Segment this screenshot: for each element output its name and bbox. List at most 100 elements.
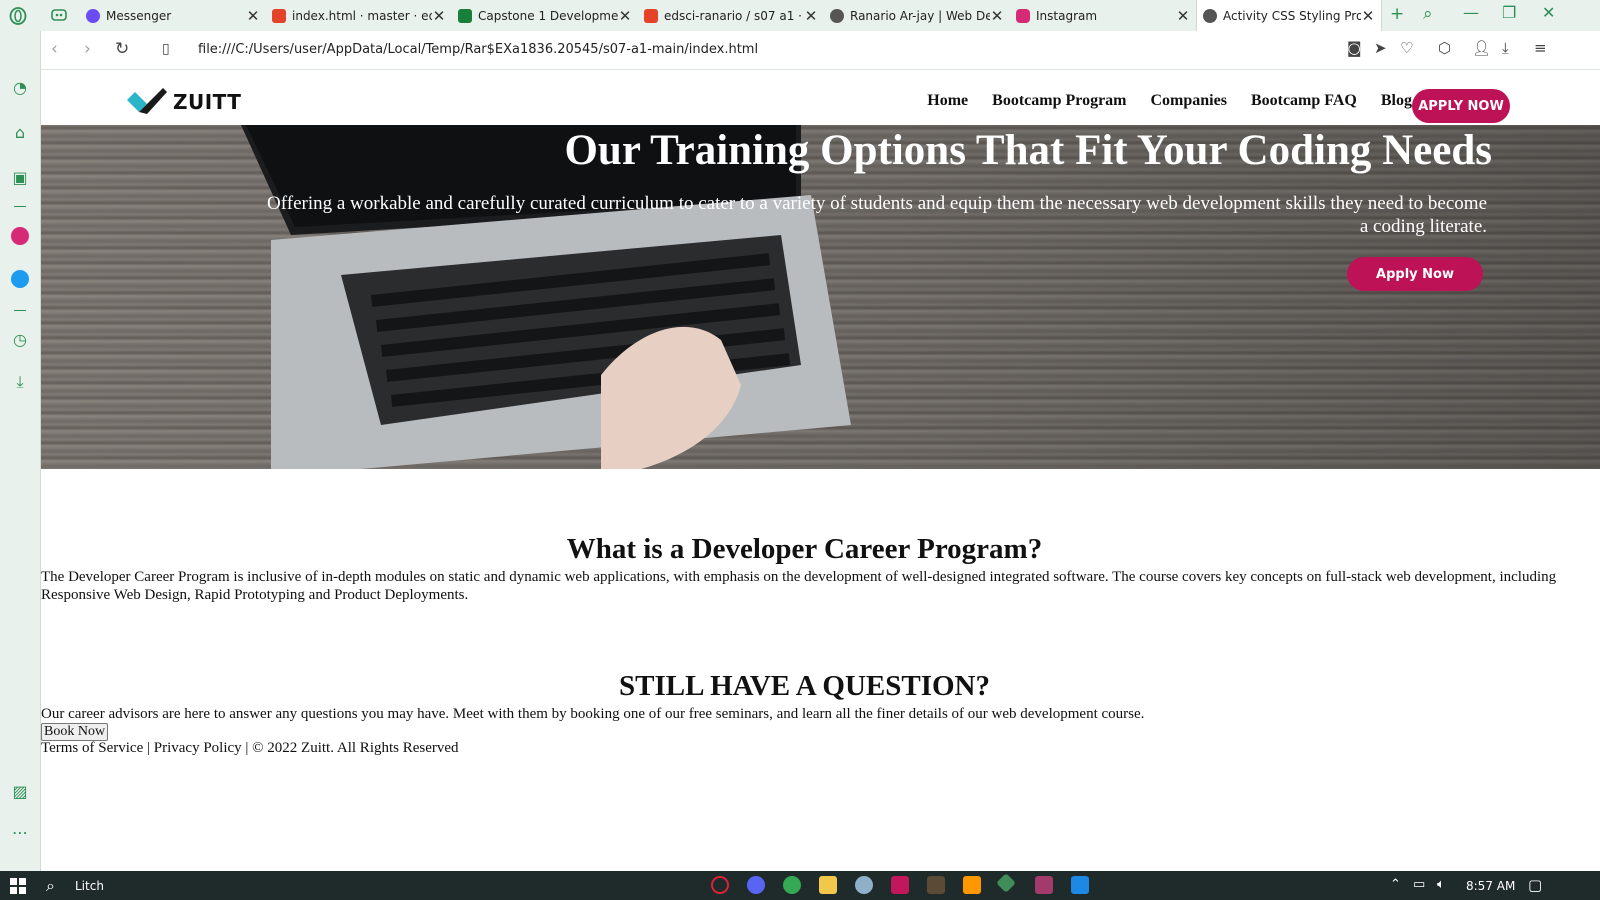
close-window-icon[interactable]: ✕ (1542, 3, 1555, 22)
app-icon[interactable] (891, 876, 909, 894)
notifications-icon[interactable]: ▢ (1528, 876, 1542, 894)
cube-icon[interactable]: ⬡ (1438, 39, 1451, 57)
downloads-icon[interactable]: ⤓ (10, 372, 30, 392)
nav-blog[interactable]: Blog (1381, 92, 1412, 110)
close-tab-icon[interactable]: ✕ (990, 7, 1004, 25)
photos-icon[interactable] (1071, 876, 1089, 894)
close-tab-icon[interactable]: ✕ (246, 7, 260, 25)
question-heading: STILL HAVE A QUESTION? (619, 670, 990, 702)
opera-taskbar-icon[interactable] (711, 876, 729, 894)
menu-icon[interactable]: ≡ (1534, 39, 1547, 57)
tab-messenger[interactable]: Messenger ✕ (80, 0, 266, 31)
nav-links: Home Bootcamp Program Companies Bootcamp… (927, 92, 1412, 110)
globe-icon (1203, 8, 1217, 23)
taskbar: ⌕ Litch ⌃ ▭ 🔈︎ 8:57 AM ▢ (0, 871, 1600, 900)
hero-title: Our Training Options That Fit Your Codin… (564, 127, 1492, 174)
dev-program-heading: What is a Developer Career Program? (566, 533, 1043, 565)
nav-bootcamp-program[interactable]: Bootcamp Program (992, 92, 1126, 110)
opera-logo-icon[interactable] (9, 7, 27, 25)
tab-title: Instagram (1036, 8, 1098, 23)
tab-title: Messenger (106, 8, 172, 23)
search-tabs-icon[interactable]: ⌕ (1423, 4, 1433, 24)
terminal-icon[interactable] (927, 876, 945, 894)
network-icon[interactable]: ▭ (1413, 877, 1425, 892)
history-icon[interactable]: ◷ (10, 330, 30, 350)
forward-icon[interactable]: › (84, 39, 91, 59)
close-tab-icon[interactable]: ✕ (618, 7, 632, 25)
tab-title: index.html · master · edsci (292, 8, 432, 23)
tab-ranario[interactable]: Ranario Ar-jay | Web Deve ✕ (824, 0, 1010, 31)
app-icon[interactable] (855, 876, 873, 894)
gitlab-icon (272, 8, 286, 23)
sidebar: ◔ ⌂ ▣ ◷ ⤓ ▨ ⋯ (0, 31, 41, 871)
page-viewport: ZUITT Home Bootcamp Program Companies Bo… (41, 70, 1600, 871)
back-icon[interactable]: ‹ (51, 39, 58, 59)
logo-text: ZUITT (173, 90, 242, 114)
download-icon[interactable]: ⤓ (1502, 39, 1509, 57)
tab-activity-css[interactable]: Activity CSS Styling Prope ✕ (1196, 0, 1382, 31)
tray-chevron-icon[interactable]: ⌃ (1390, 877, 1401, 892)
taskbar-search[interactable]: Litch (75, 879, 104, 893)
bag-icon[interactable]: ⌂ (10, 123, 30, 143)
git-icon[interactable] (996, 873, 1016, 893)
chrome-icon[interactable] (783, 876, 801, 894)
search-icon[interactable]: ⌕ (46, 876, 55, 896)
nav-bootcamp-faq[interactable]: Bootcamp FAQ (1251, 92, 1357, 110)
gallery-icon[interactable]: ▨ (10, 782, 30, 802)
tab-title: Activity CSS Styling Prope (1223, 8, 1361, 23)
sidebar-divider (14, 310, 26, 311)
instagram-icon (1016, 8, 1030, 23)
tab-instagram[interactable]: Instagram ✕ (1010, 0, 1196, 31)
windows-start-icon[interactable] (10, 878, 26, 894)
hero-banner: Our Training Options That Fit Your Codin… (41, 125, 1600, 469)
twitter-icon[interactable] (10, 270, 30, 290)
reload-icon[interactable]: ↻ (115, 39, 129, 59)
question-text: Our career advisors are here to answer a… (41, 706, 1145, 722)
file-explorer-icon[interactable] (819, 876, 837, 894)
close-tab-icon[interactable]: ✕ (1361, 7, 1375, 25)
nav-home[interactable]: Home (927, 92, 968, 110)
apply-now-nav-button[interactable]: APPLY NOW (1412, 89, 1510, 123)
snapshot-icon[interactable]: ◙ (1347, 39, 1362, 57)
hero-subtitle: Offering a workable and carefully curate… (267, 193, 1487, 237)
gitlab-icon (644, 8, 658, 23)
tab-strip: Messenger ✕ index.html · master · edsci … (0, 0, 1600, 31)
volume-icon[interactable]: 🔈︎ (1437, 877, 1445, 892)
extensions-icon[interactable]: ▣ (10, 168, 30, 188)
clock[interactable]: 8:57 AM (1466, 879, 1515, 893)
workspaces-icon[interactable] (51, 8, 67, 22)
new-tab-icon[interactable]: + (1390, 4, 1404, 24)
messenger-icon (86, 8, 100, 23)
zuitt-logo-icon (127, 88, 167, 114)
site-navbar: ZUITT Home Bootcamp Program Companies Bo… (41, 70, 1600, 125)
tab-gitlab-index[interactable]: index.html · master · edsci ✕ (266, 0, 452, 31)
more-icon[interactable]: ⋯ (10, 823, 30, 843)
url-field[interactable]: file:///C:/Users/user/AppData/Local/Temp… (198, 42, 758, 57)
send-icon[interactable]: ➤ (1374, 39, 1387, 57)
dev-program-text: The Developer Career Program is inclusiv… (41, 569, 1557, 603)
zuitt-logo[interactable]: ZUITT (125, 86, 241, 118)
sublime-icon[interactable] (963, 876, 981, 894)
close-tab-icon[interactable]: ✕ (432, 7, 446, 25)
account-icon[interactable]: 👤︎ (1472, 39, 1491, 57)
tab-title: Capstone 1 Development (478, 8, 618, 23)
close-tab-icon[interactable]: ✕ (804, 7, 818, 25)
tab-title: Ranario Ar-jay | Web Deve (850, 8, 990, 23)
sheets-icon (458, 8, 472, 23)
speed-dial-icon[interactable]: ◔ (10, 78, 30, 98)
laptop-image (241, 125, 851, 469)
nav-companies[interactable]: Companies (1151, 92, 1227, 110)
discord-icon[interactable] (747, 876, 765, 894)
instagram-icon[interactable] (10, 227, 30, 247)
book-now-button[interactable]: Book Now (41, 723, 109, 741)
file-icon: ▯ (162, 41, 170, 57)
globe-icon (830, 8, 844, 23)
apply-now-hero-button[interactable]: Apply Now (1347, 257, 1483, 291)
heart-icon[interactable]: ♡ (1400, 39, 1413, 57)
close-tab-icon[interactable]: ✕ (1176, 7, 1190, 25)
restore-icon[interactable]: ❐ (1502, 3, 1516, 22)
tab-capstone[interactable]: Capstone 1 Development ✕ (452, 0, 638, 31)
winrar-icon[interactable] (1035, 876, 1053, 894)
minimize-icon[interactable]: — (1463, 3, 1479, 22)
tab-gitlab-s07[interactable]: edsci-ranario / s07 a1 · Gi ✕ (638, 0, 824, 31)
